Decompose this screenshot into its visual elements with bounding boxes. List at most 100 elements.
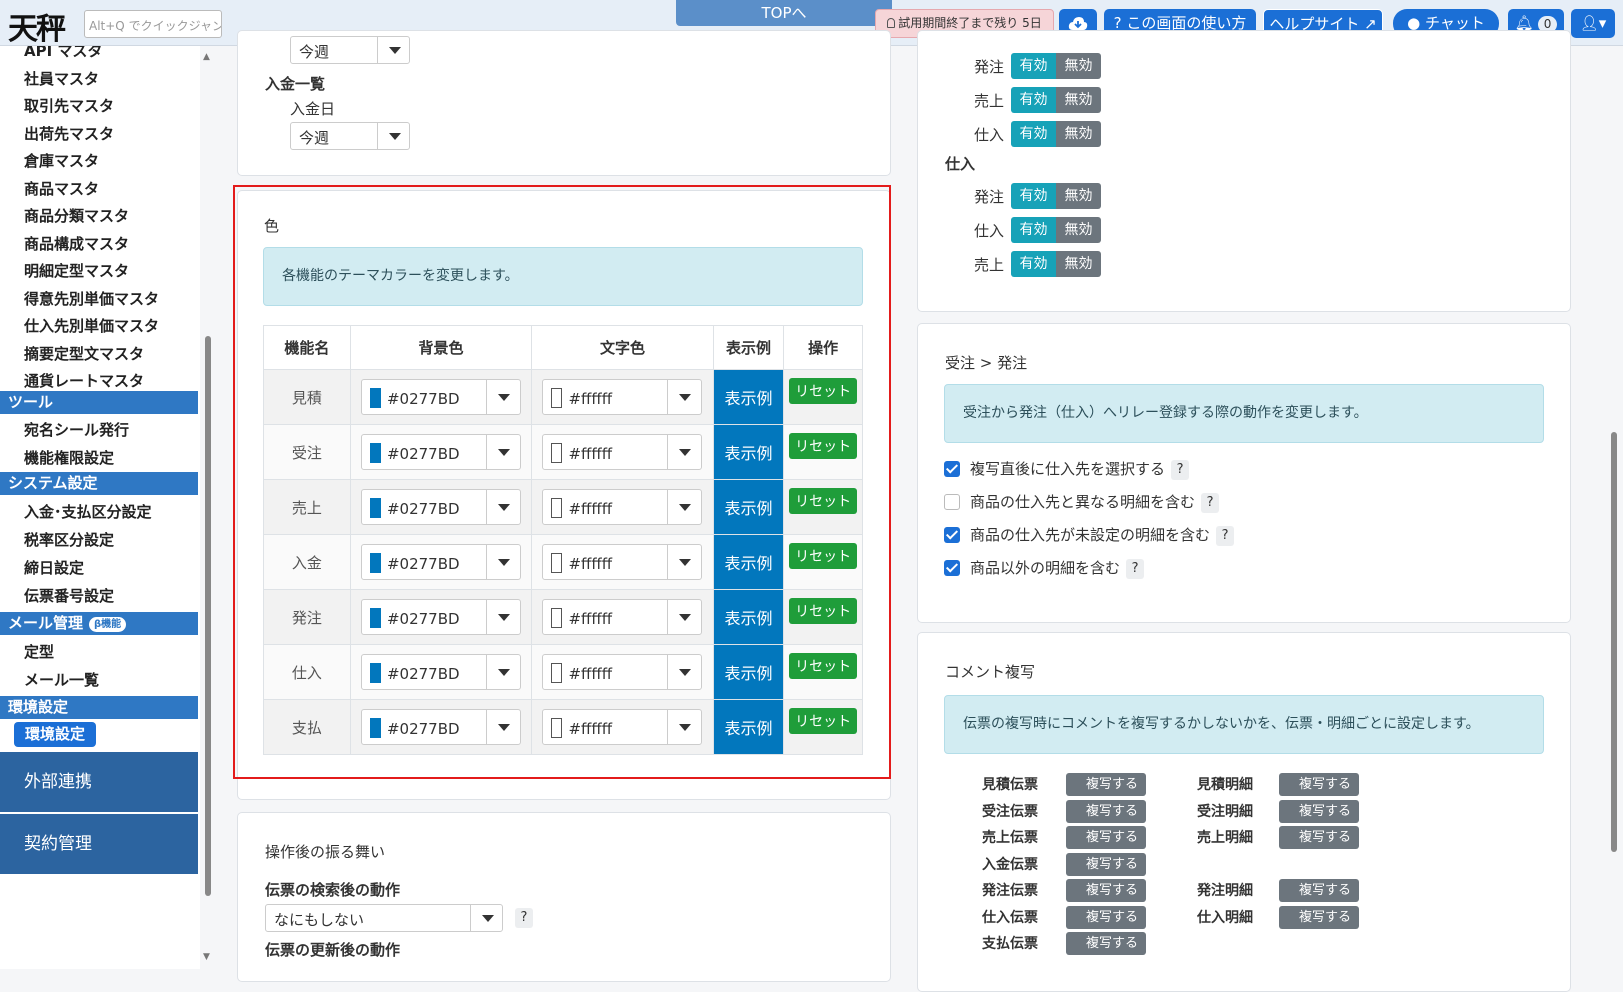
help-icon[interactable]: ? <box>1171 460 1190 480</box>
sidebar-item[interactable]: API マスタ <box>24 46 102 61</box>
help-icon[interactable]: ? <box>1201 493 1220 513</box>
copy-detail-comment-button[interactable]: 複写する <box>1279 826 1359 849</box>
period-select-1[interactable]: 今週 <box>290 36 410 64</box>
copy-comment-button[interactable]: 複写する <box>1066 773 1146 796</box>
relay-option-label[interactable]: 商品の仕入先が未設定の明細を含む? <box>970 524 1235 546</box>
fg-color-picker[interactable]: #ffffff <box>542 599 703 635</box>
page-scroll-thumb[interactable] <box>1611 432 1617 852</box>
sidebar-item-contract[interactable]: 契約管理 <box>0 814 198 874</box>
sidebar-item[interactable]: 定型 <box>24 641 54 662</box>
sidebar-item[interactable]: 倉庫マスタ <box>24 150 99 171</box>
reset-button[interactable]: リセット <box>789 598 858 624</box>
toggle-on[interactable]: 有効 <box>1011 217 1056 243</box>
copy-comment-button[interactable]: 複写する <box>1066 905 1146 929</box>
enable-toggle[interactable]: 有効 無効 <box>1011 183 1101 209</box>
fg-color-picker[interactable]: #ffffff <box>542 489 703 525</box>
toggle-on[interactable]: 有効 <box>1011 251 1056 277</box>
sidebar-item[interactable]: 商品構成マスタ <box>24 233 129 254</box>
bg-color-picker[interactable]: #0277BD <box>360 379 521 415</box>
copy-detail-comment-button[interactable]: 複写する <box>1279 879 1359 902</box>
sidebar-item[interactable]: 取引先マスタ <box>24 95 114 116</box>
scroll-up-icon[interactable]: ▲ <box>203 52 210 62</box>
bg-color-picker[interactable]: #0277BD <box>360 709 521 745</box>
fg-color-picker[interactable]: #ffffff <box>542 544 703 580</box>
toggle-off[interactable]: 無効 <box>1056 121 1101 147</box>
sidebar-item[interactable]: 締日設定 <box>24 557 84 578</box>
sidebar-item[interactable]: 社員マスタ <box>24 68 99 89</box>
relay-option-checkbox[interactable] <box>944 527 960 543</box>
sidebar-item[interactable]: メール一覧 <box>24 669 99 690</box>
help-icon[interactable]: ? <box>1126 559 1145 579</box>
copy-comment-button[interactable]: 複写する <box>1066 879 1146 902</box>
payment-date-select[interactable]: 今週 <box>290 122 410 150</box>
toggle-on[interactable]: 有効 <box>1011 87 1056 113</box>
help-icon[interactable]: ? <box>1216 526 1235 546</box>
sidebar-item[interactable]: 機能権限設定 <box>24 447 114 468</box>
sidebar-item[interactable]: 得意先別単価マスタ <box>24 288 159 309</box>
copy-comment-button[interactable]: 複写する <box>1066 799 1146 823</box>
copy-comment-button[interactable]: 複写する <box>1066 932 1146 955</box>
sidebar-item[interactable]: 商品分類マスタ <box>24 205 129 226</box>
sidebar-item[interactable]: 入金･支払区分設定 <box>24 501 152 522</box>
bg-color-picker[interactable]: #0277BD <box>360 654 521 690</box>
relay-option-checkbox[interactable] <box>944 560 960 576</box>
copy-detail-comment-button[interactable]: 複写する <box>1279 799 1359 823</box>
toggle-off[interactable]: 無効 <box>1056 217 1101 243</box>
sidebar-scroll-thumb[interactable] <box>205 336 211 896</box>
toggle-off[interactable]: 無効 <box>1056 87 1101 113</box>
sidebar-item[interactable]: 税率区分設定 <box>24 529 114 550</box>
enable-toggle[interactable]: 有効 無効 <box>1011 53 1101 79</box>
sidebar-item[interactable]: 通貨レートマスタ <box>24 370 144 391</box>
sidebar-item[interactable]: 宛名シール発行 <box>24 419 129 440</box>
enable-toggle[interactable]: 有効 無効 <box>1011 217 1101 243</box>
copy-comment-button[interactable]: 複写する <box>1066 826 1146 849</box>
toggle-on[interactable]: 有効 <box>1011 183 1056 209</box>
reset-button[interactable]: リセット <box>789 653 858 679</box>
scroll-down-icon[interactable]: ▼ <box>203 952 210 962</box>
sidebar-item[interactable]: 商品マスタ <box>24 178 99 199</box>
sidebar-item[interactable]: 仕入先別単価マスタ <box>24 315 159 336</box>
toggle-on[interactable]: 有効 <box>1011 121 1056 147</box>
enable-toggle[interactable]: 有効 無効 <box>1011 121 1101 147</box>
sidebar-item-env-active[interactable]: 環境設定 <box>14 722 96 747</box>
bg-color-picker[interactable]: #0277BD <box>360 489 521 525</box>
enable-toggle[interactable]: 有効 無効 <box>1011 87 1101 113</box>
relay-option-checkbox[interactable] <box>944 494 960 510</box>
fg-color-cell: #ffffff <box>531 589 714 645</box>
toggle-on[interactable]: 有効 <box>1011 53 1056 79</box>
app-logo[interactable]: 天秤 <box>8 4 66 48</box>
bg-color-picker[interactable]: #0277BD <box>360 599 521 635</box>
copy-detail-comment-button[interactable]: 複写する <box>1279 773 1359 796</box>
reset-button[interactable]: リセット <box>789 488 858 514</box>
search-after-select[interactable]: なにもしない <box>265 904 503 932</box>
toggle-off[interactable]: 無効 <box>1056 53 1101 79</box>
sidebar-item[interactable]: 出荷先マスタ <box>24 123 114 144</box>
quickjump-input[interactable]: Alt+Q でクイックジャンプ <box>84 10 222 38</box>
fg-color-picker[interactable]: #ffffff <box>542 654 703 690</box>
sidebar-item[interactable]: 伝票番号設定 <box>24 585 114 606</box>
toggle-off[interactable]: 無効 <box>1056 183 1101 209</box>
reset-button[interactable]: リセット <box>789 378 858 404</box>
top-tab[interactable]: TOPへ <box>676 0 892 26</box>
bg-color-picker[interactable]: #0277BD <box>360 434 521 470</box>
enable-toggle[interactable]: 有効 無効 <box>1011 251 1101 277</box>
fg-color-picker[interactable]: #ffffff <box>542 379 703 415</box>
bg-color-picker[interactable]: #0277BD <box>360 544 521 580</box>
relay-option-label[interactable]: 複写直後に仕入先を選択する? <box>970 458 1190 480</box>
sidebar-item[interactable]: 摘要定型文マスタ <box>24 343 144 364</box>
toggle-off[interactable]: 無効 <box>1056 251 1101 277</box>
relay-option-checkbox[interactable] <box>944 461 960 477</box>
sidebar-item-external[interactable]: 外部連携 <box>0 752 198 812</box>
user-menu-button[interactable]: 👤︎▾ <box>1571 9 1615 38</box>
relay-option-label[interactable]: 商品以外の明細を含む? <box>970 557 1145 579</box>
search-after-help[interactable]: ? <box>509 907 533 928</box>
fg-color-picker[interactable]: #ffffff <box>542 434 703 470</box>
relay-option-label[interactable]: 商品の仕入先と異なる明細を含む? <box>970 491 1220 513</box>
copy-detail-comment-button[interactable]: 複写する <box>1279 905 1359 929</box>
reset-button[interactable]: リセット <box>789 543 858 569</box>
copy-comment-button[interactable]: 複写する <box>1066 852 1146 876</box>
reset-button[interactable]: リセット <box>789 433 858 459</box>
fg-color-picker[interactable]: #ffffff <box>542 709 703 745</box>
sidebar-item[interactable]: 明細定型マスタ <box>24 260 129 281</box>
reset-button[interactable]: リセット <box>789 708 858 734</box>
